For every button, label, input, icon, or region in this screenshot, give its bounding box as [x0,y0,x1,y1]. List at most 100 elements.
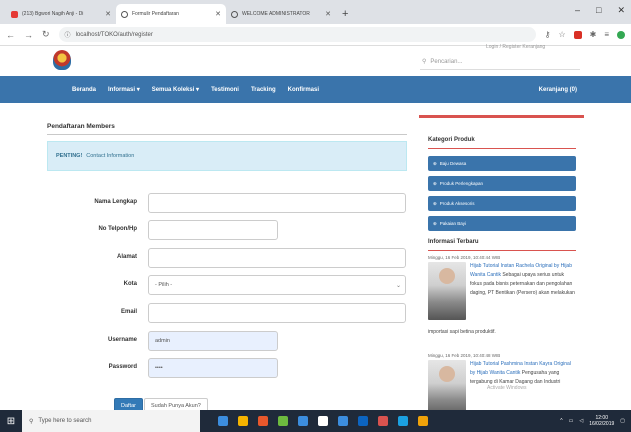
maximize-button[interactable]: □ [596,5,601,16]
tab-close-icon[interactable]: ✕ [105,10,111,18]
notification-icon[interactable]: ▢ [620,418,625,424]
form-row-email: Email [47,303,407,323]
globe-favicon-icon [231,10,238,18]
password-input[interactable]: •••• [148,358,278,378]
extension-red-icon[interactable] [573,30,582,39]
network-icon[interactable]: ▭ [569,418,574,424]
post-date: Minggu, 16 Feb 2019, 10:40:48 WIB [428,353,501,358]
nav-item-semua-koleksi[interactable]: Semua Koleksi ▾ [152,86,199,93]
username-input[interactable]: admin [148,331,278,351]
nav-item-informasi[interactable]: Informasi ▾ [108,86,140,93]
taskbar-app-icon[interactable] [338,416,348,426]
extensions-area: ⚷ ☆ ✱ ≡ [545,30,625,39]
form-row-username: Username admin [47,331,407,351]
tab-close-icon[interactable]: ✕ [215,10,221,18]
browser-tab-active[interactable]: Formulir Pendaftaran ✕ [116,4,226,24]
taskbar-clock[interactable]: 12:00 16/02/2019 [589,415,614,427]
menu-icon[interactable]: ≡ [604,30,609,39]
category-label: Pakaian Bayi [439,221,467,226]
system-tray: ^ ▭ ◁ 12:00 16/02/2019 ▢ [560,415,631,427]
kota-select[interactable]: - Pilih - ⌄ [148,275,406,295]
alamat-input[interactable] [148,248,406,268]
notice-label: PENTING! [56,153,83,159]
taskbar-app-icon[interactable] [378,416,388,426]
category-item[interactable]: ⊕ Produk Aksesoris [428,196,576,211]
nav-cart[interactable]: Keranjang (0) [539,87,577,93]
tab-close-icon[interactable]: ✕ [325,10,331,18]
volume-icon[interactable]: ◁ [579,418,583,424]
post-body: Hijab Tutorial Pashmina Instan Kayra Ori… [470,360,576,387]
windows-taskbar: ⊞ ⚲ Type here to search ^ ▭ ◁ 12:00 16/0… [0,410,631,432]
news-title: Informasi Terbaru [428,239,479,245]
site-logo-icon[interactable] [53,50,71,70]
nav-item-testimoni[interactable]: Testimoni [211,87,239,93]
divider [47,134,407,135]
reload-icon[interactable]: ↻ [42,29,50,40]
form-row-password: Password •••• [47,358,407,378]
back-icon[interactable]: ← [6,30,15,40]
field-label: Alamat [116,254,137,260]
news-post: Minggu, 16 Feb 2019, 10:40:44 WIB Hijab … [428,255,576,335]
browser-tab[interactable]: WELCOME ADMINISTRATOR ✕ [226,4,336,24]
form-row-kota: Kota - Pilih - ⌄ [47,275,407,295]
nav-item-konfirmasi[interactable]: Konfirmasi [288,87,319,93]
tab-title: WELCOME ADMINISTRATOR [242,11,310,17]
kota-selected-value: - Pilih - [155,282,173,288]
taskbar-apps [218,416,428,426]
taskbar-search-input[interactable]: ⚲ Type here to search [22,410,200,432]
circle-arrow-icon: ⊕ [433,180,437,186]
taskbar-app-icon[interactable] [258,416,268,426]
field-label: Password [108,364,137,370]
new-tab-button[interactable]: + [342,8,348,20]
globe-favicon-icon [121,10,128,18]
telpon-input[interactable] [148,220,278,240]
window-controls: – □ ✕ [575,5,625,16]
forward-icon[interactable]: → [24,30,33,40]
taskbar-app-icon[interactable] [298,416,308,426]
browser-tab[interactable]: (213) Bgwori Nagih Anji - Di ✕ [6,4,116,24]
category-label: Baju Dewasa [439,161,467,166]
taskbar-app-icon[interactable] [398,416,408,426]
tab-title: Formulir Pendaftaran [132,11,179,17]
field-label: Nama Lengkap [94,199,137,205]
profile-avatar-icon[interactable] [617,30,625,39]
key-icon[interactable]: ⚷ [545,30,551,39]
top-links[interactable]: Login / Register Keranjang [486,44,545,50]
page-title: Pendaftaran Members [47,123,115,130]
chevron-up-icon[interactable]: ^ [560,418,562,424]
category-item[interactable]: ⊕ Baju Dewasa [428,156,576,171]
field-label: No Telpon/Hp [98,226,137,232]
email-input[interactable] [148,303,406,323]
search-input[interactable]: ⚲ Pencarian... [420,54,580,70]
form-row-telpon: No Telpon/Hp [47,220,407,240]
taskbar-search-placeholder: Type here to search [38,418,92,424]
browser-toolbar: ← → ↻ ⓘ localhost/TOKO/auth/register ⚷ ☆… [0,24,631,46]
post-thumbnail-image[interactable] [428,262,466,320]
minimize-button[interactable]: – [575,5,580,16]
field-label: Kota [123,281,137,287]
taskbar-app-icon[interactable] [278,416,288,426]
taskbar-app-icon[interactable] [238,416,248,426]
taskbar-app-icon[interactable] [358,416,368,426]
taskbar-app-icon[interactable] [318,416,328,426]
nav-item-beranda[interactable]: Beranda [72,87,96,93]
circle-arrow-icon: ⊕ [433,220,437,226]
nav-item-tracking[interactable]: Tracking [251,87,276,93]
info-notice: PENTING! Contact Information [47,141,407,171]
windows-start-icon[interactable]: ⊞ [0,410,22,432]
taskbar-app-icon[interactable] [418,416,428,426]
nama-lengkap-input[interactable] [148,193,406,213]
sidebar: Kategori Produk ⊕ Baju Dewasa ⊕ Produk Per… [419,115,584,418]
star-icon[interactable]: ☆ [558,30,565,39]
activate-windows-watermark: Activate Windows [487,385,527,391]
search-icon: ⚲ [29,418,34,425]
notice-text: Contact Information [86,153,135,159]
address-bar[interactable]: ⓘ localhost/TOKO/auth/register [58,27,536,42]
close-window-button[interactable]: ✕ [617,5,625,16]
category-item[interactable]: ⊕ Pakaian Bayi [428,216,576,231]
extension-puzzle-icon[interactable]: ✱ [590,30,597,39]
taskbar-app-icon[interactable] [218,416,228,426]
chevron-down-icon: ⌄ [395,282,401,289]
category-item[interactable]: ⊕ Produk Perlengkapan [428,176,576,191]
tab-title: (213) Bgwori Nagih Anji - Di [22,11,84,17]
